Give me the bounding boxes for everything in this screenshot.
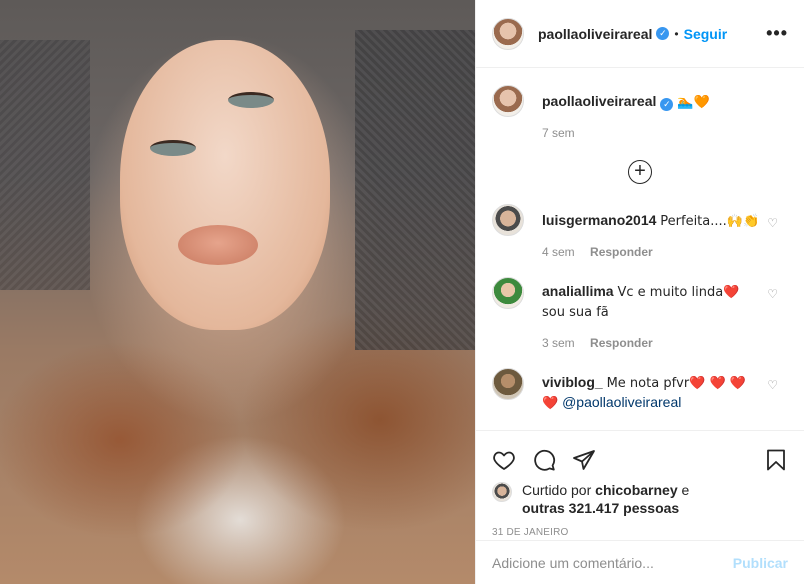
add-comment-bar: Publicar bbox=[476, 540, 804, 584]
commenter-avatar[interactable] bbox=[492, 277, 524, 309]
chair-background-right bbox=[355, 30, 475, 350]
post-header: paollaoliveirareal ✓ • Seguir ••• bbox=[476, 0, 804, 68]
lips bbox=[178, 225, 258, 265]
more-options-icon[interactable]: ••• bbox=[766, 23, 788, 44]
comment-button[interactable] bbox=[532, 440, 572, 480]
caption-author-username[interactable]: paollaoliveirareal bbox=[542, 93, 656, 109]
bookmark-icon bbox=[767, 449, 785, 471]
face bbox=[120, 40, 330, 330]
commenter-username[interactable]: luisgermano2014 bbox=[542, 212, 656, 228]
liker-username[interactable]: chicobarney bbox=[595, 482, 677, 498]
share-button[interactable] bbox=[572, 440, 612, 480]
likes-prefix: Curtido por bbox=[522, 482, 592, 498]
comment-item: viviblog_ Me nota pfvr❤️ ❤️ ❤️ ❤️ @paoll… bbox=[492, 368, 788, 413]
comment-meta: 3 sem Responder bbox=[542, 336, 760, 350]
comments-list[interactable]: paollaoliveirareal ✓ 🏊🧡 7 sem + luisgerma… bbox=[476, 69, 804, 430]
likes-summary: Curtido por chicobarney e outras 321.417… bbox=[476, 481, 804, 517]
caption-meta: 7 sem bbox=[542, 126, 760, 140]
likes-text: Curtido por chicobarney e outras 321.417… bbox=[522, 481, 689, 517]
paper-plane-icon bbox=[573, 450, 595, 470]
comment-item: analiallima Vc e muito linda❤️ sou sua f… bbox=[492, 277, 788, 350]
comment-input[interactable] bbox=[492, 554, 733, 571]
heart-icon bbox=[493, 451, 515, 470]
comment-mention[interactable]: @paollaoliveirareal bbox=[562, 394, 681, 410]
reply-button[interactable]: Responder bbox=[590, 245, 653, 259]
commenter-avatar[interactable] bbox=[492, 204, 524, 236]
likes-count[interactable]: outras 321.417 pessoas bbox=[522, 500, 679, 516]
publish-button[interactable]: Publicar bbox=[733, 555, 788, 571]
liker-avatar[interactable] bbox=[492, 482, 512, 502]
caption-text: 🏊🧡 bbox=[677, 95, 710, 110]
chair-background-left bbox=[0, 40, 90, 290]
like-comment-heart-icon[interactable]: ♡ bbox=[767, 287, 778, 301]
comment-meta: 4 sem Responder bbox=[542, 245, 760, 259]
verified-badge-icon: ✓ bbox=[660, 98, 674, 111]
author-username[interactable]: paollaoliveirareal bbox=[538, 26, 652, 42]
post-side-panel: paollaoliveirareal ✓ • Seguir ••• paolla… bbox=[475, 0, 804, 584]
like-comment-heart-icon[interactable]: ♡ bbox=[767, 378, 778, 392]
reply-button[interactable]: Responder bbox=[590, 336, 653, 350]
like-comment-heart-icon[interactable]: ♡ bbox=[767, 216, 778, 230]
commenter-avatar[interactable] bbox=[492, 368, 524, 400]
caption-age[interactable]: 7 sem bbox=[542, 126, 575, 140]
like-button[interactable] bbox=[492, 440, 532, 480]
post-date[interactable]: 31 DE JANEIRO bbox=[476, 527, 804, 538]
separator-dot: • bbox=[674, 26, 679, 41]
caption-author-avatar[interactable] bbox=[492, 85, 524, 117]
post-actions-section: Curtido por chicobarney e outras 321.417… bbox=[476, 430, 804, 538]
post-photo[interactable] bbox=[0, 0, 475, 584]
comment-age[interactable]: 4 sem bbox=[542, 245, 575, 259]
comment-age[interactable]: 3 sem bbox=[542, 336, 575, 350]
save-button[interactable] bbox=[748, 440, 788, 480]
load-more-comments: + bbox=[492, 160, 788, 184]
commenter-username[interactable]: analiallima bbox=[542, 283, 614, 299]
left-eye bbox=[150, 140, 196, 156]
comment-item: luisgermano2014 Perfeita....🙌👏 4 sem Res… bbox=[492, 204, 788, 259]
verified-badge-icon: ✓ bbox=[656, 27, 670, 40]
action-bar bbox=[476, 431, 804, 479]
comment-text: Perfeita....🙌👏 bbox=[660, 214, 760, 229]
caption: paollaoliveirareal ✓ 🏊🧡 7 sem bbox=[492, 85, 788, 140]
right-eye bbox=[228, 92, 274, 108]
likes-suffix: e bbox=[681, 482, 690, 498]
author-avatar[interactable] bbox=[492, 17, 524, 50]
follow-button[interactable]: Seguir bbox=[684, 26, 728, 42]
commenter-username[interactable]: viviblog_ bbox=[542, 374, 603, 390]
load-more-plus-icon[interactable]: + bbox=[628, 160, 652, 184]
comment-bubble-icon bbox=[534, 449, 556, 471]
